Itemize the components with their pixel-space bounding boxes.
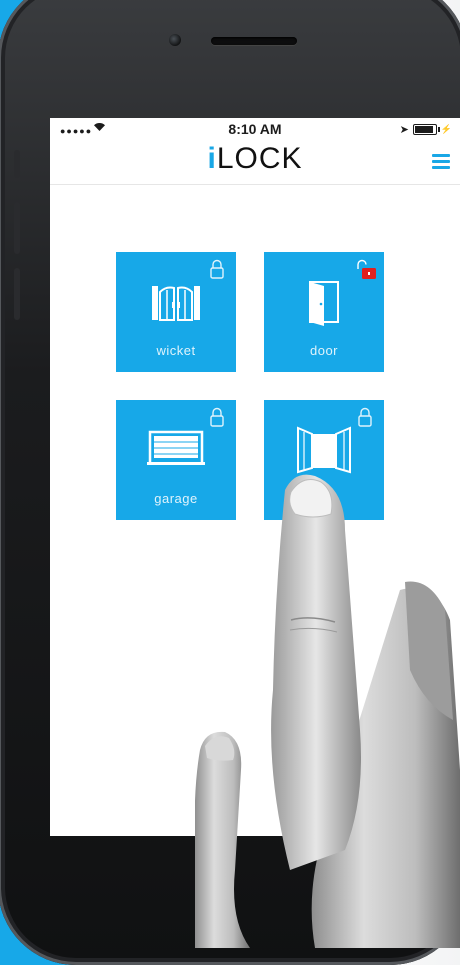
lock-closed-icon bbox=[358, 407, 372, 427]
lock-closed-icon bbox=[210, 259, 224, 279]
location-arrow-icon: ➤ bbox=[399, 124, 409, 136]
tile-gate[interactable]: gate bbox=[264, 400, 384, 520]
tile-label: door bbox=[309, 343, 339, 358]
tile-wicket[interactable]: wicket bbox=[116, 252, 236, 372]
front-camera bbox=[169, 34, 181, 46]
battery-icon bbox=[412, 124, 440, 135]
status-time: 8:10 AM bbox=[228, 121, 282, 137]
app-logo: iLOCK bbox=[207, 142, 303, 175]
nav-bar: iLOCK bbox=[50, 140, 460, 185]
battery-area: ➤ ⚡ bbox=[400, 123, 452, 136]
status-bar: ●●●●● 8:10 AM ➤ ⚡ bbox=[50, 118, 460, 140]
tile-garage[interactable]: garage bbox=[116, 400, 236, 520]
earpiece bbox=[211, 37, 297, 45]
lock-open-icon bbox=[357, 259, 376, 279]
tile-label: gate bbox=[310, 491, 338, 506]
app-screen: ●●●●● 8:10 AM ➤ ⚡ iLOCK wicket door gara… bbox=[50, 118, 460, 836]
mute-switch bbox=[14, 150, 20, 178]
volume-up-button bbox=[14, 202, 20, 254]
charging-icon: ⚡ bbox=[440, 124, 452, 134]
tile-label: garage bbox=[154, 491, 198, 506]
tile-label: wicket bbox=[156, 343, 196, 358]
lock-closed-icon bbox=[210, 407, 224, 427]
hamburger-menu-icon[interactable] bbox=[432, 154, 450, 169]
volume-down-button bbox=[14, 268, 20, 320]
tile-door[interactable]: door bbox=[264, 252, 384, 372]
